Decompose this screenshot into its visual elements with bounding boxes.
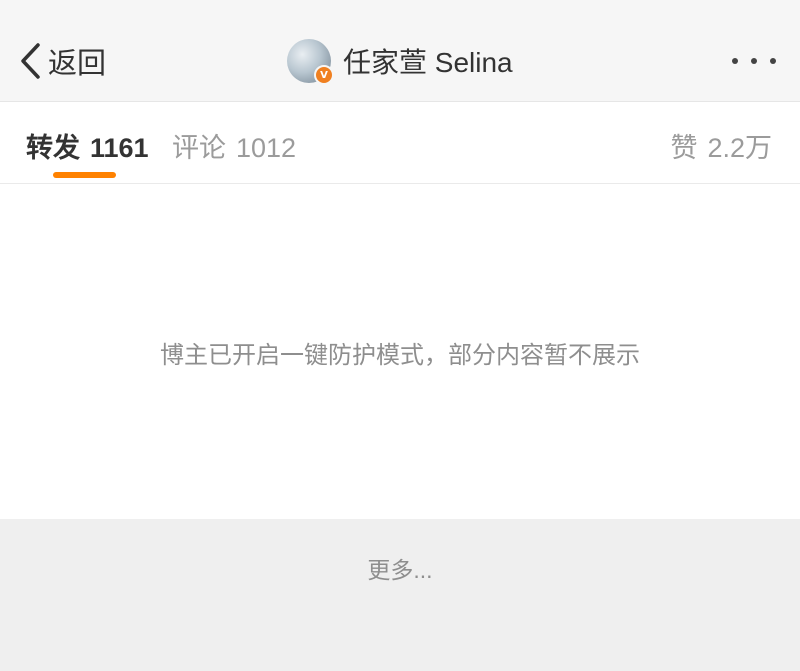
tab-repost[interactable]: 转发 1161 <box>26 126 149 165</box>
more-dot-icon <box>770 58 776 64</box>
tab-like-label: 赞 <box>670 133 698 163</box>
tab-comment[interactable]: 评论 1012 <box>172 126 296 165</box>
back-label: 返回 <box>48 48 107 80</box>
back-button[interactable]: 返回 <box>18 38 106 84</box>
footer: 更多... <box>0 519 800 671</box>
avatar[interactable]: V <box>287 39 334 85</box>
tab-comment-label: 评论 <box>172 133 226 163</box>
nav-bar: 返回 V 任家萱 Selina <box>0 0 800 102</box>
chevron-left-icon <box>21 43 40 79</box>
page-title: 任家萱 Selina <box>343 47 513 78</box>
tab-like[interactable]: 赞 2.2万 <box>670 126 772 165</box>
tab-like-count: 2.2万 <box>707 133 772 163</box>
tab-repost-count: 1161 <box>90 133 149 163</box>
tab-comment-count: 1012 <box>236 133 297 163</box>
protection-notice: 博主已开启一键防护模式，部分内容暂不展示 <box>160 342 640 369</box>
more-options-button[interactable] <box>732 52 776 70</box>
more-dot-icon <box>751 58 757 64</box>
more-button[interactable]: 更多... <box>0 551 800 585</box>
verified-badge-icon: V <box>314 65 334 85</box>
more-dot-icon <box>732 58 738 64</box>
active-tab-indicator <box>53 172 116 178</box>
profile-title[interactable]: V 任家萱 Selina <box>287 38 513 85</box>
tab-bar: 转发 1161 评论 1012 赞 2.2万 <box>0 102 800 184</box>
tab-repost-label: 转发 <box>26 133 80 163</box>
